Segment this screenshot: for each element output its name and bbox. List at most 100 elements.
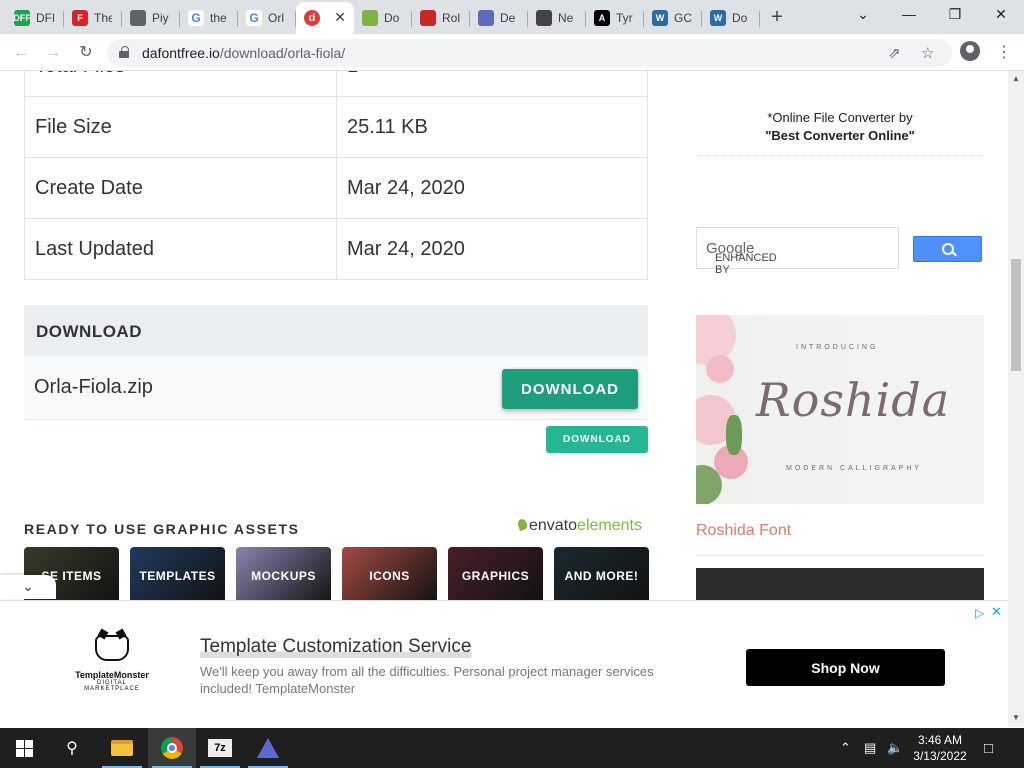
page-scrollbar[interactable]: ▲ ▼ — [1008, 71, 1024, 727]
ad-close-icon[interactable]: ✕ — [991, 604, 1002, 620]
back-icon[interactable]: ← — [10, 42, 32, 64]
tab-strip: DFFDFFFThePiyGtheGOrld✕DoRolDeNeATyrWGCW… — [0, 0, 1024, 34]
asset-tile[interactable]: TEMPLATES — [130, 547, 225, 605]
chrome-menu-icon[interactable]: ⋮ — [996, 42, 1012, 62]
profile-avatar-icon[interactable] — [960, 41, 980, 61]
google-icon: G — [188, 10, 204, 26]
browser-tab[interactable]: Piy — [122, 4, 180, 32]
browser-tab[interactable]: DFF DFF — [6, 4, 64, 32]
lock-icon[interactable] — [119, 46, 129, 58]
dev-icon — [478, 10, 494, 26]
url-text[interactable]: dafontfree.io/download/orla-fiola/ — [142, 45, 345, 61]
scrollbar-thumb[interactable] — [1011, 259, 1021, 371]
roshida-font-promo[interactable]: INTRODUCING Roshida MODERN CALLIGRAPHY — [696, 315, 984, 504]
info-label: File Size — [24, 96, 337, 158]
roshida-font-link[interactable]: Roshida Font — [696, 522, 791, 540]
notifications-icon[interactable]: □ — [984, 740, 993, 757]
asset-tile[interactable]: GRAPHICS — [448, 547, 543, 605]
assets-heading: READY TO USE GRAPHIC ASSETS — [24, 521, 300, 537]
share-icon[interactable]: ⇗ — [888, 44, 901, 62]
clock[interactable]: 3:46 AM 3/13/2022 — [912, 732, 968, 764]
tab-title: Piy — [152, 11, 169, 25]
scroll-down-icon[interactable]: ▼ — [1012, 713, 1020, 722]
tab-title: De — [500, 11, 516, 25]
minimize-icon[interactable]: — — [894, 6, 924, 22]
ff-icon — [420, 10, 436, 26]
scroll-up-icon[interactable]: ▲ — [1012, 74, 1020, 83]
close-window-icon[interactable]: ✕ — [986, 6, 1016, 23]
tab-search-icon[interactable]: ⌄ — [848, 6, 878, 23]
chrome-icon[interactable] — [148, 728, 196, 768]
fontspace-icon: F — [72, 10, 88, 26]
tab-title: Do — [384, 11, 400, 25]
inkscape-icon[interactable] — [244, 728, 292, 768]
asset-tile[interactable]: MOCKUPS — [236, 547, 331, 605]
download-button[interactable]: DOWNLOAD — [502, 369, 638, 409]
download-button-secondary[interactable]: DOWNLOAD — [546, 426, 648, 453]
collapse-ad-chevron-icon[interactable]: ⌄ — [0, 575, 56, 599]
wordpress-icon: W — [652, 10, 668, 26]
file-explorer-icon[interactable] — [98, 728, 146, 768]
tab-title: DFF — [36, 11, 54, 25]
info-label: Last Updated — [24, 218, 337, 280]
browser-tab[interactable]: Gthe — [180, 4, 238, 32]
ad-title[interactable]: Template Customization Service — [200, 636, 472, 658]
envato-elements-logo[interactable]: envatoelements — [516, 517, 642, 535]
asset-tile[interactable]: AND MORE! — [554, 547, 649, 605]
browser-tab[interactable]: W Do — [702, 4, 760, 32]
restore-icon[interactable]: ❐ — [940, 6, 970, 23]
google-search-input[interactable]: ENHANCED BY Google — [696, 227, 899, 276]
tab-title: Ne — [558, 11, 574, 25]
sidebar-divider — [696, 155, 984, 156]
promo-subtitle: MODERN CALLIGRAPHY — [786, 465, 923, 472]
adchoices-icon[interactable]: ▷ — [975, 606, 984, 620]
browser-tab[interactable]: W GC — [644, 4, 702, 32]
file-info-table: Total Files1File Size25.11 KBCreate Date… — [24, 71, 648, 280]
bottom-ad-banner: TemplateMonster DIGITAL MARKETPLACE Temp… — [0, 600, 1008, 727]
github-icon — [536, 10, 552, 26]
volume-icon[interactable]: 🔈 — [887, 740, 903, 756]
converter-ad-line1: *Online File Converter by — [767, 110, 913, 125]
download-row: Orla-Fiola.zip DOWNLOAD — [24, 356, 648, 420]
dafont-free-icon: DFF — [13, 10, 31, 26]
globe-icon — [130, 10, 146, 26]
close-tab-icon[interactable]: ✕ — [334, 9, 346, 26]
network-icon[interactable]: ▤ — [864, 740, 876, 756]
reload-icon[interactable]: ↻ — [75, 42, 97, 64]
monster-cat-icon — [95, 635, 129, 661]
tab-title: Rol — [442, 11, 460, 25]
asset-tiles: SE ITEMS TEMPLATES MOCKUPS ICONS GRAPHICS AND… — [24, 547, 649, 605]
7zip-icon[interactable]: 7z — [196, 728, 244, 768]
table-row: File Size 25.11 KB — [24, 96, 648, 158]
asset-tile[interactable]: ICONS — [342, 547, 437, 605]
info-value: 25.11 KB — [336, 96, 648, 158]
start-icon[interactable] — [0, 728, 48, 768]
new-tab-icon[interactable]: + — [766, 6, 788, 28]
browser-tab[interactable]: De — [470, 4, 528, 32]
address-bar[interactable]: dafontfree.io/download/orla-fiola/ ⇗ ☆ — [107, 39, 952, 67]
info-value: 1 — [336, 71, 648, 97]
tab-title: Do — [732, 11, 748, 25]
search-button[interactable] — [913, 236, 982, 262]
tab-title: Orl — [268, 11, 284, 25]
browser-tab[interactable]: F The — [64, 4, 122, 32]
bookmark-star-icon[interactable]: ☆ — [921, 44, 934, 62]
converter-ad[interactable]: *Online File Converter by "Best Converte… — [696, 109, 984, 145]
forward-icon[interactable]: → — [42, 42, 64, 64]
download-heading: DOWNLOAD — [24, 305, 648, 356]
browser-tab[interactable]: Ne — [528, 4, 586, 32]
shop-now-button[interactable]: Shop Now — [746, 649, 945, 686]
download-filename: Orla-Fiola.zip — [34, 376, 153, 398]
browser-tab[interactable]: Rol — [412, 4, 470, 32]
wordpress-icon: W — [710, 10, 726, 26]
browser-tab[interactable]: A Tyr — [586, 4, 644, 32]
search-icon[interactable]: ⚲ — [48, 728, 96, 768]
table-row: Total Files1 — [24, 71, 648, 97]
download-section: DOWNLOAD Orla-Fiola.zip DOWNLOAD — [24, 305, 648, 420]
browser-tab[interactable]: Do — [354, 4, 412, 32]
info-label: Create Date — [24, 157, 337, 219]
browser-tab[interactable]: G Orl — [238, 4, 296, 32]
templatemonster-logo[interactable]: TemplateMonster DIGITAL MARKETPLACE — [70, 635, 154, 692]
tray-chevron-icon[interactable]: ⌃ — [840, 740, 851, 756]
browser-tab[interactable]: d ✕ — [296, 2, 354, 34]
